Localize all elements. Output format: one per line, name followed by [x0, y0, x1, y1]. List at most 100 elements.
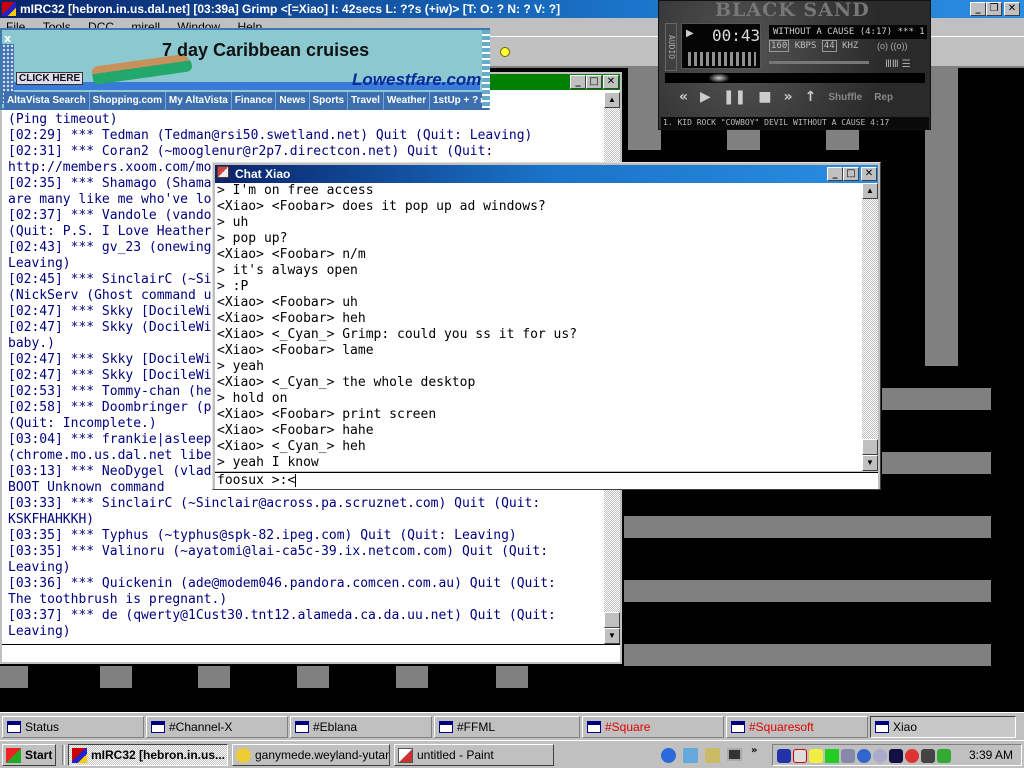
eject-icon[interactable]: ↑: [805, 89, 817, 105]
taskbar-divider: [62, 745, 65, 765]
status-scroll-up-button[interactable]: ▲: [604, 92, 620, 108]
samplerate-label: KHZ: [842, 41, 859, 51]
switchbar-button-ffml[interactable]: #FFML: [434, 716, 580, 738]
chat-maximize-button[interactable]: □: [843, 167, 859, 181]
player-playlist-line[interactable]: 1. KID ROCK "COWBOY" DEVIL WITHOUT A CAU…: [661, 117, 929, 129]
stop-icon[interactable]: ■: [758, 89, 771, 105]
toolbar-bomb-icon[interactable]: [500, 47, 510, 57]
search-icon[interactable]: [873, 749, 887, 763]
chat-close-button[interactable]: ✕: [861, 167, 877, 181]
globe-icon[interactable]: [857, 749, 871, 763]
switchbar-button-eblana[interactable]: #Eblana: [290, 716, 432, 738]
ad-scroll-handle[interactable]: [482, 30, 490, 108]
play-icon[interactable]: ▶: [700, 89, 711, 105]
refresh-icon[interactable]: [905, 749, 919, 763]
windows-logo-icon: [6, 748, 21, 763]
battery-icon[interactable]: [889, 749, 903, 763]
clock[interactable]: 3:39 AM: [969, 745, 1013, 765]
switchbar-label: Xiao: [893, 720, 918, 734]
status-log-line: Leaving): [8, 560, 71, 575]
paint-icon: [398, 748, 413, 763]
eq-playlist-icons[interactable]: ⅢⅢ ☰: [885, 59, 911, 70]
previous-icon[interactable]: «: [679, 89, 688, 105]
ad-headline: 7 day Caribbean cruises: [162, 40, 370, 60]
task-ganymede[interactable]: ganymede.weyland-yutani...: [232, 744, 390, 766]
chevron-icon[interactable]: »: [751, 745, 757, 756]
switchbar-button-square[interactable]: #Square: [582, 716, 724, 738]
chat-input[interactable]: foosux >:<: [215, 472, 878, 489]
ad-nav-sports[interactable]: Sports: [310, 92, 349, 110]
repeat-button[interactable]: Rep: [874, 92, 893, 103]
chat-titlebar[interactable]: Chat Xiao: [215, 165, 878, 183]
status-maximize-button[interactable]: □: [586, 75, 602, 89]
start-button[interactable]: Start: [2, 744, 56, 766]
channel-window-icon: [731, 721, 745, 733]
status-minimize-button[interactable]: _: [570, 75, 586, 89]
volume-slider[interactable]: [769, 61, 869, 64]
network-meter-icon[interactable]: [825, 749, 839, 763]
chat-minimize-button[interactable]: _: [827, 167, 843, 181]
chat-log-line: > I'm on free access: [217, 183, 374, 198]
status-scroll-down-button[interactable]: ▼: [604, 628, 620, 644]
notepad-icon[interactable]: [705, 748, 720, 763]
network-icon[interactable]: [937, 749, 951, 763]
task-paint[interactable]: untitled - Paint: [394, 744, 554, 766]
user-icon[interactable]: [841, 749, 855, 763]
telnet-icon: [236, 748, 251, 763]
display-icon[interactable]: [921, 749, 935, 763]
seek-position[interactable]: [708, 73, 730, 83]
ad-nav-weather[interactable]: Weather: [384, 92, 431, 110]
chat-scroll-down-button[interactable]: ▼: [862, 455, 878, 471]
ad-nav-my-altavista[interactable]: My AltaVista: [166, 92, 232, 110]
close-button[interactable]: ✕: [1004, 2, 1020, 16]
chat-window: Chat Xiao _ □ ✕ > I'm on free access <Xia…: [212, 162, 881, 490]
antivirus-icon[interactable]: [777, 749, 791, 763]
shuffle-button[interactable]: Shuffle: [828, 92, 862, 103]
status-input[interactable]: [2, 644, 620, 662]
outlook-icon[interactable]: [683, 748, 698, 763]
music-player: BLACK SAND AUDIO ▶ 00:43 WITHOUT A CAUSE…: [658, 0, 931, 130]
switchbar-button-channelx[interactable]: #Channel-X: [146, 716, 288, 738]
channel-window-icon: [295, 721, 309, 733]
status-log-line: [02:29] *** Tedman (Tedman@rsi50.swetlan…: [8, 128, 533, 143]
chat-scroll-thumb[interactable]: [862, 439, 878, 455]
ad-nav-news[interactable]: News: [276, 92, 310, 110]
mono-stereo-icons[interactable]: (o) ((o)): [877, 41, 908, 51]
seek-bar[interactable]: [665, 73, 925, 83]
ad-nav-travel[interactable]: Travel: [348, 92, 384, 110]
switchbar-label: #FFML: [457, 720, 496, 734]
ad-close-button[interactable]: x: [4, 32, 11, 45]
task-mirc[interactable]: mIRC32 [hebron.in.us...: [68, 744, 228, 766]
status-close-button[interactable]: ✕: [603, 75, 619, 89]
switchbar-button-xiao[interactable]: Xiao: [870, 716, 1016, 738]
minimize-button[interactable]: _: [970, 2, 986, 16]
switchbar-label: #Eblana: [313, 720, 358, 734]
ad-click-here-button[interactable]: CLICK HERE: [16, 72, 84, 85]
ad-brand[interactable]: Lowestfare.com: [352, 70, 481, 90]
query-window-icon: [875, 721, 889, 733]
player-audio-label: AUDIO: [665, 23, 677, 71]
chat-scrollbar[interactable]: [862, 183, 878, 471]
status-scroll-thumb[interactable]: [604, 612, 620, 628]
switchbar-button-squaresoft[interactable]: #Squaresoft: [726, 716, 868, 738]
chat-scroll-up-button[interactable]: ▲: [862, 183, 878, 199]
ie-icon[interactable]: [661, 748, 676, 763]
ad-nav-search[interactable]: AltaVista Search: [4, 92, 90, 110]
player-skin-title: BLACK SAND: [715, 0, 870, 21]
switchbar-button-status[interactable]: Status: [2, 716, 144, 738]
chat-window-icon[interactable]: [217, 166, 229, 178]
switchbar-label: #Channel-X: [169, 720, 233, 734]
next-icon[interactable]: »: [784, 89, 793, 105]
restore-button[interactable]: ❐: [986, 2, 1002, 16]
ad-nav-bar: AltaVista Search Shopping.com My AltaVis…: [4, 92, 491, 110]
chat-log-line: > hold on: [217, 391, 288, 406]
ad-nav-finance[interactable]: Finance: [232, 92, 277, 110]
volume-icon[interactable]: [809, 749, 823, 763]
channel-window-icon: [439, 721, 453, 733]
scheduler-icon[interactable]: [793, 749, 807, 763]
status-log-line: The toothbrush is pregnant.): [8, 592, 228, 607]
pause-icon[interactable]: ❚❚: [723, 89, 746, 105]
ad-nav-shopping[interactable]: Shopping.com: [90, 92, 166, 110]
ad-banner[interactable]: x 7 day Caribbean cruises CLICK HERE Low…: [0, 28, 491, 110]
desktop-icon[interactable]: [727, 748, 742, 761]
